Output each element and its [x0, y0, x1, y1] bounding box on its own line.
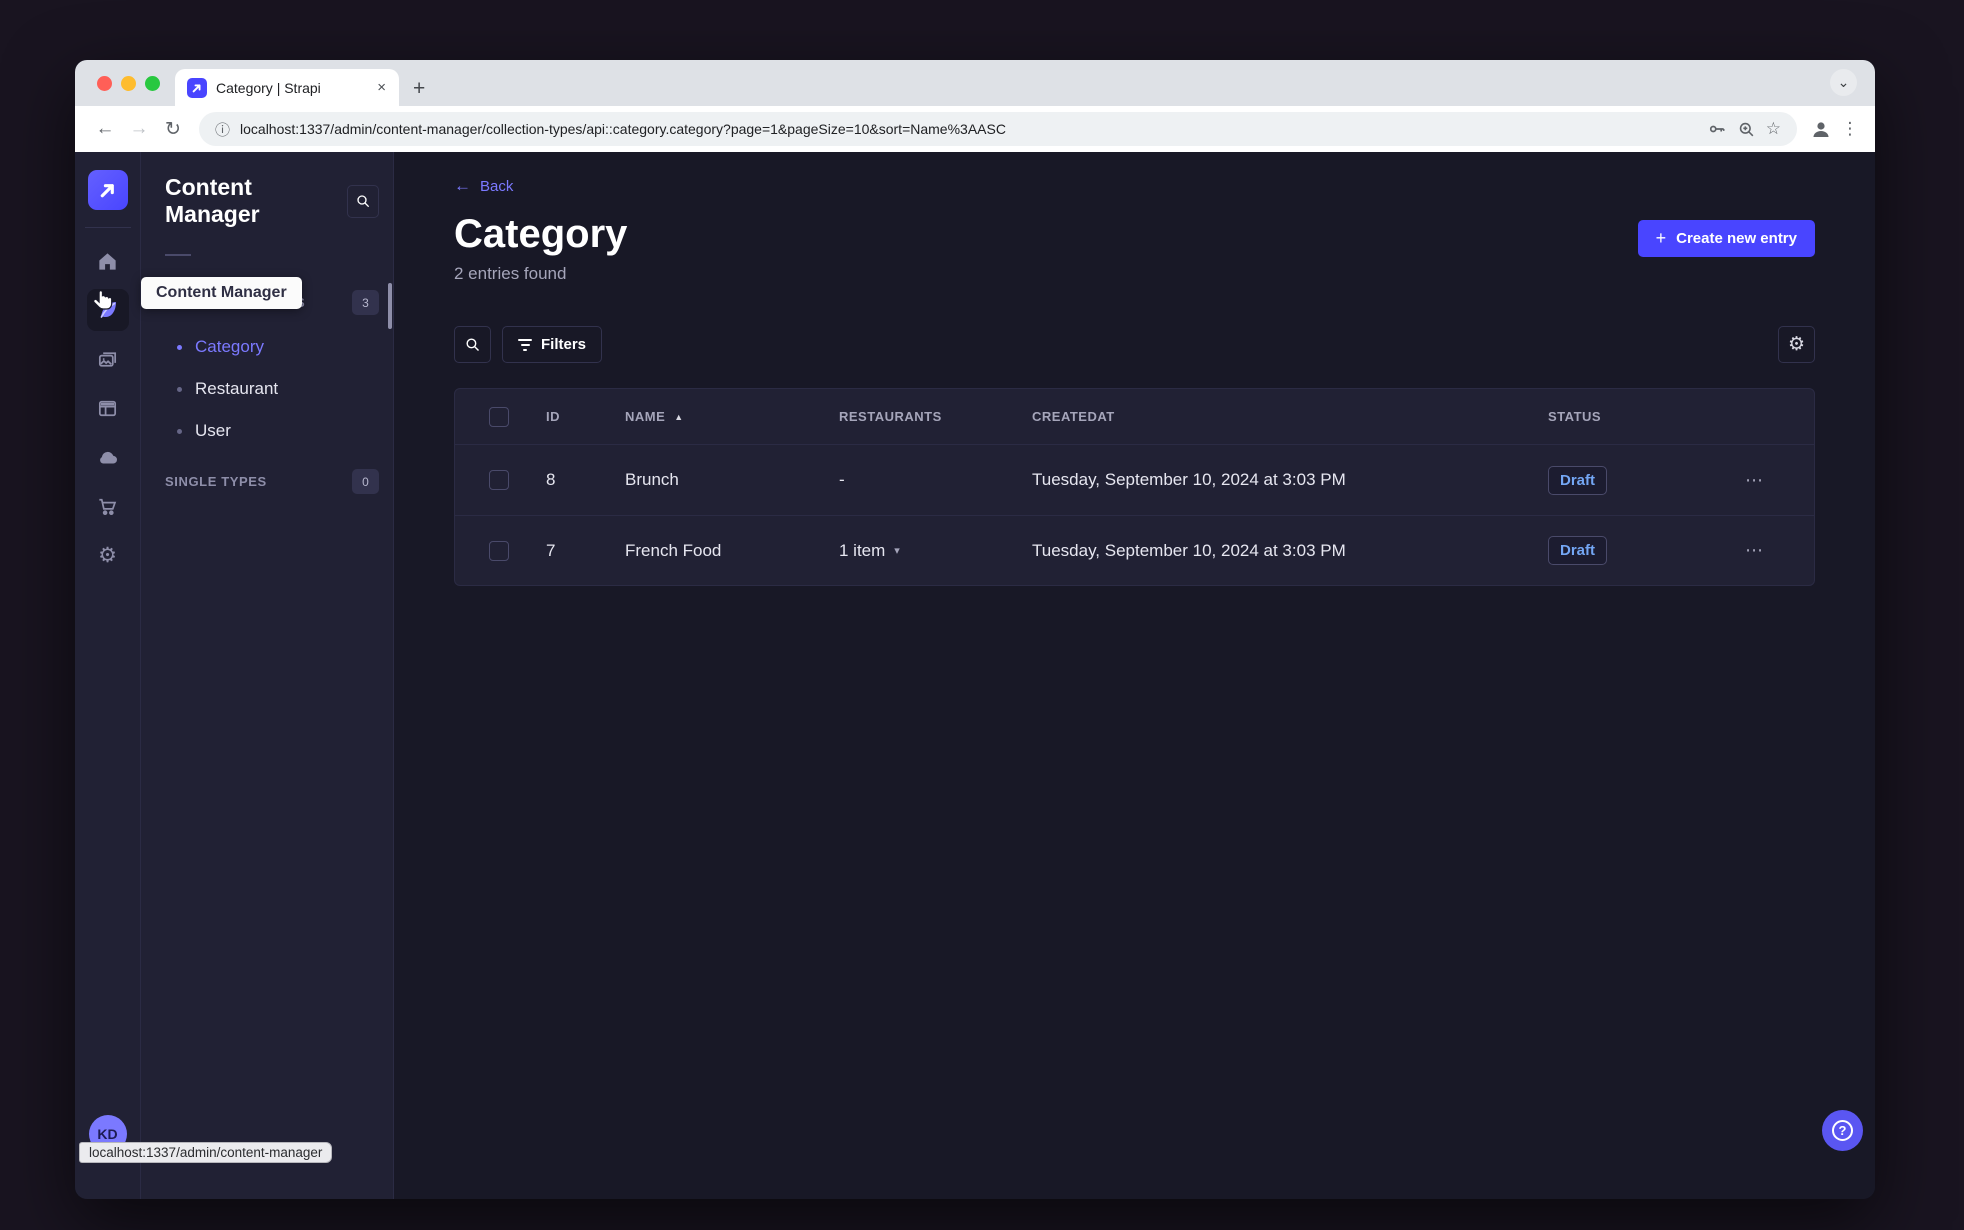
column-header-restaurants[interactable]: RESTAURANTS: [839, 409, 1032, 424]
bullet-icon: [177, 386, 182, 392]
search-button[interactable]: [454, 326, 491, 363]
content-manager-tooltip: Content Manager: [141, 277, 302, 309]
filter-icon: [518, 338, 532, 351]
content-type-builder-icon[interactable]: [87, 387, 129, 429]
plus-icon: +: [1655, 228, 1667, 248]
site-info-icon[interactable]: ⓘ: [215, 119, 230, 140]
table-header-row: ID NAME ▲ RESTAURANTS CREATEDAT STATUS: [455, 389, 1814, 445]
column-header-status[interactable]: STATUS: [1548, 409, 1708, 424]
cell-createdat: Tuesday, September 10, 2024 at 3:03 PM: [1032, 540, 1346, 560]
status-badge: Draft: [1548, 536, 1608, 565]
chevron-down-icon: ▾: [894, 545, 900, 557]
sort-asc-icon: ▲: [674, 411, 684, 422]
strapi-logo[interactable]: [87, 170, 128, 210]
back-link[interactable]: ← Back: [454, 176, 513, 196]
strapi-favicon-icon: [187, 77, 207, 98]
zoom-page-icon[interactable]: [1737, 120, 1756, 139]
question-mark-icon: ?: [1832, 1120, 1853, 1141]
row-checkbox[interactable]: [489, 470, 509, 490]
cell-restaurants: -: [839, 470, 845, 489]
sidebar-item-restaurant[interactable]: Restaurant: [177, 379, 379, 399]
window-controls: [97, 76, 160, 91]
zoom-window-button[interactable]: [145, 76, 160, 91]
create-new-entry-label: Create new entry: [1676, 230, 1797, 247]
cell-restaurants[interactable]: 1 item ▾: [839, 541, 1032, 561]
cloud-icon[interactable]: [87, 436, 129, 478]
home-icon[interactable]: [87, 240, 129, 282]
password-key-icon[interactable]: [1707, 119, 1727, 139]
sidebar-item-label: Category: [195, 337, 264, 356]
cell-id: 7: [546, 540, 556, 560]
url-text[interactable]: localhost:1337/admin/content-manager/col…: [240, 121, 1697, 137]
bullet-icon: [177, 428, 182, 434]
sidebar-title: Content Manager: [165, 174, 260, 227]
browser-back-button[interactable]: ←: [91, 118, 119, 140]
browser-tab-strip: Category | Strapi × + ⌄: [75, 60, 1875, 106]
cell-createdat: Tuesday, September 10, 2024 at 3:03 PM: [1032, 470, 1346, 489]
sidebar-item-label: Restaurant: [195, 379, 279, 398]
cell-id: 8: [546, 470, 556, 489]
browser-toolbar: ← → ↻ ⓘ localhost:1337/admin/content-man…: [75, 106, 1875, 152]
bullet-icon: [177, 344, 182, 350]
row-actions-button[interactable]: ⋯: [1745, 470, 1764, 491]
row-checkbox[interactable]: [489, 540, 509, 561]
sidebar-search-button[interactable]: [346, 184, 379, 218]
entries-table: ID NAME ▲ RESTAURANTS CREATEDAT STATUS 8…: [454, 388, 1815, 586]
close-window-button[interactable]: [97, 76, 112, 91]
status-badge: Draft: [1548, 465, 1608, 495]
cell-name: French Food: [625, 540, 722, 560]
strapi-app: ⚙ KD Content Manager COLLECTION TYPES 3 …: [75, 152, 1875, 1199]
create-new-entry-button[interactable]: + Create new entry: [1637, 220, 1815, 257]
browser-forward-button[interactable]: →: [125, 118, 153, 140]
tab-overview-button[interactable]: ⌄: [1830, 69, 1857, 96]
browser-tab[interactable]: Category | Strapi ×: [175, 69, 399, 106]
cell-name: Brunch: [625, 470, 679, 489]
back-arrow-icon: ←: [454, 176, 471, 195]
table-row[interactable]: 7 French Food 1 item ▾ Tuesday, Septembe…: [455, 515, 1814, 585]
column-header-name[interactable]: NAME ▲: [625, 409, 839, 424]
browser-status-bubble: localhost:1337/admin/content-manager: [79, 1142, 333, 1163]
settings-gear-icon[interactable]: ⚙: [87, 534, 129, 576]
hand-cursor: [93, 290, 113, 310]
browser-menu-icon[interactable]: ⋮: [1839, 119, 1861, 139]
gear-icon: ⚙: [1787, 334, 1806, 355]
minimize-window-button[interactable]: [121, 76, 136, 91]
browser-profile-icon[interactable]: [1809, 117, 1833, 141]
tab-title: Category | Strapi: [216, 79, 321, 96]
single-types-count-badge: 0: [352, 469, 379, 494]
entries-count: 2 entries found: [454, 264, 567, 283]
page-title: Category: [454, 212, 628, 256]
collection-types-count-badge: 3: [352, 290, 379, 315]
sidebar-item-category[interactable]: Category: [177, 337, 379, 357]
single-types-label: SINGLE TYPES: [165, 474, 267, 489]
column-header-createdat[interactable]: CREATEDAT: [1032, 409, 1548, 424]
content-manager-sidebar: Content Manager COLLECTION TYPES 3 Categ…: [141, 152, 394, 1199]
new-tab-button[interactable]: +: [413, 78, 425, 99]
sidebar-item-user[interactable]: User: [177, 421, 379, 441]
browser-reload-button[interactable]: ↻: [159, 118, 187, 141]
bookmark-star-icon[interactable]: ☆: [1766, 119, 1781, 139]
sidebar-divider: [165, 254, 191, 256]
main-content: ← Back Category 2 entries found + Create…: [394, 152, 1875, 1199]
row-actions-button[interactable]: ⋯: [1745, 540, 1764, 561]
view-settings-button[interactable]: ⚙: [1778, 326, 1815, 363]
tab-close-button[interactable]: ×: [374, 79, 389, 96]
select-all-checkbox[interactable]: [489, 406, 509, 427]
sidebar-item-label: User: [195, 421, 231, 440]
marketplace-cart-icon[interactable]: [87, 485, 129, 527]
rail-divider: [84, 227, 131, 228]
filters-button[interactable]: Filters: [502, 326, 603, 363]
browser-window: Category | Strapi × + ⌄ ← → ↻ ⓘ localhos…: [75, 60, 1875, 1199]
table-row[interactable]: 8 Brunch - Tuesday, September 10, 2024 a…: [455, 445, 1814, 515]
back-label: Back: [480, 177, 514, 195]
help-button[interactable]: ?: [1822, 1110, 1863, 1151]
sidebar-scrollbar[interactable]: [388, 283, 392, 329]
filters-label: Filters: [541, 336, 587, 353]
url-bar[interactable]: ⓘ localhost:1337/admin/content-manager/c…: [199, 112, 1797, 146]
media-library-icon[interactable]: [87, 338, 129, 380]
column-header-id[interactable]: ID: [546, 409, 625, 424]
